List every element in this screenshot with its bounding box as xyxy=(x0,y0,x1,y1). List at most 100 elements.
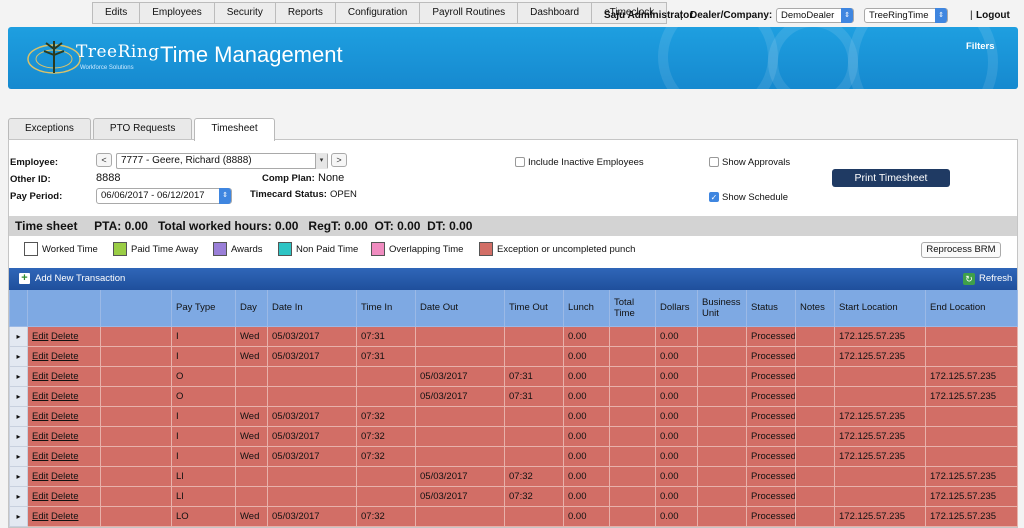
col-time-out[interactable]: Time Out xyxy=(504,290,564,327)
col-day[interactable]: Day xyxy=(235,290,268,327)
cell-total-time xyxy=(609,425,656,447)
col-date-out[interactable]: Date Out xyxy=(415,290,505,327)
cell-blank xyxy=(100,325,172,347)
edit-link[interactable]: Edit xyxy=(32,371,48,382)
cell-date-in xyxy=(267,385,357,407)
delete-link[interactable]: Delete xyxy=(51,391,78,402)
tab-exceptions[interactable]: Exceptions xyxy=(8,118,91,140)
table-row[interactable]: ▸ Edit Delete I Wed 05/03/2017 07:32 0.00 0.00 P… xyxy=(9,445,1018,467)
edit-link[interactable]: Edit xyxy=(32,331,48,342)
cell-pay-type: I xyxy=(171,325,236,347)
tab-timesheet[interactable]: Timesheet xyxy=(194,118,275,141)
other-id-value: 8888 xyxy=(96,172,121,184)
cell-end-location: 172.125.57.235 xyxy=(925,465,1018,487)
table-row[interactable]: ▸ Edit Delete I Wed 05/03/2017 07:32 0.00 0.00 P… xyxy=(9,405,1018,427)
nav-employees[interactable]: Employees xyxy=(140,3,215,23)
nav-configuration[interactable]: Configuration xyxy=(336,3,421,23)
delete-link[interactable]: Delete xyxy=(51,331,78,342)
edit-link[interactable]: Edit xyxy=(32,391,48,402)
refresh-icon[interactable]: ↻ xyxy=(963,273,975,285)
expand-row-icon[interactable]: ▸ xyxy=(9,385,28,407)
pay-period-select[interactable]: 06/06/2017 - 06/12/2017 ⇕ xyxy=(96,188,232,204)
cell-blank xyxy=(100,385,172,407)
col-start-location[interactable]: Start Location xyxy=(834,290,926,327)
filters-link[interactable]: Filters xyxy=(966,41,995,52)
col-notes[interactable]: Notes xyxy=(795,290,835,327)
expand-row-icon[interactable]: ▸ xyxy=(9,445,28,467)
nav-payroll-routines[interactable]: Payroll Routines xyxy=(420,3,519,23)
col-pay-type[interactable]: Pay Type xyxy=(171,290,236,327)
expand-row-icon[interactable]: ▸ xyxy=(9,325,28,347)
company-select[interactable]: TreeRingTime ⇕ xyxy=(864,8,948,23)
edit-link[interactable]: Edit xyxy=(32,491,48,502)
dealer-select[interactable]: DemoDealer ⇕ xyxy=(776,8,854,23)
cell-lunch: 0.00 xyxy=(563,425,610,447)
delete-link[interactable]: Delete xyxy=(51,431,78,442)
nav-reports[interactable]: Reports xyxy=(276,3,336,23)
nav-security[interactable]: Security xyxy=(215,3,276,23)
edit-link[interactable]: Edit xyxy=(32,471,48,482)
edit-link[interactable]: Edit xyxy=(32,451,48,462)
col-dollars[interactable]: Dollars xyxy=(655,290,698,327)
edit-link[interactable]: Edit xyxy=(32,411,48,422)
edit-link[interactable]: Edit xyxy=(32,351,48,362)
show-approvals-checkbox[interactable] xyxy=(709,157,719,167)
cell-status: Processed xyxy=(746,385,796,407)
table-row[interactable]: ▸ Edit Delete I Wed 05/03/2017 07:31 0.00 0.00 P… xyxy=(9,345,1018,367)
delete-link[interactable]: Delete xyxy=(51,471,78,482)
delete-link[interactable]: Delete xyxy=(51,371,78,382)
delete-link[interactable]: Delete xyxy=(51,411,78,422)
show-schedule-checkbox[interactable]: ✓ xyxy=(709,192,719,202)
reprocess-brm-button[interactable]: Reprocess BRM xyxy=(921,242,1001,258)
include-inactive-checkbox[interactable] xyxy=(515,157,525,167)
gear-decoration xyxy=(848,27,998,89)
cell-date-out xyxy=(415,325,505,347)
table-row[interactable]: ▸ Edit Delete LO Wed 05/03/2017 07:32 0.00 0.00… xyxy=(9,505,1018,527)
cell-notes xyxy=(795,385,835,407)
table-row[interactable]: ▸ Edit Delete I Wed 05/03/2017 07:31 0.00 0.00 P… xyxy=(9,325,1018,347)
cell-notes xyxy=(795,505,835,527)
table-row[interactable]: ▸ Edit Delete LI 05/03/2017 07:32 0.00 0.00 Pro… xyxy=(9,485,1018,507)
pay-period-value: 06/06/2017 - 06/12/2017 xyxy=(101,190,205,201)
delete-link[interactable]: Delete xyxy=(51,491,78,502)
delete-link[interactable]: Delete xyxy=(51,351,78,362)
cell-end-location xyxy=(925,405,1018,427)
logout-link[interactable]: Logout xyxy=(976,10,1010,21)
cell-total-time xyxy=(609,505,656,527)
col-lunch[interactable]: Lunch xyxy=(563,290,610,327)
prev-employee-button[interactable]: < xyxy=(96,153,112,167)
cell-time-out xyxy=(504,425,564,447)
legend-swatch xyxy=(278,242,292,256)
add-new-transaction-button[interactable]: Add New Transaction xyxy=(35,268,125,290)
col-business-unit[interactable]: Business Unit xyxy=(697,290,747,327)
nav-dashboard[interactable]: Dashboard xyxy=(518,3,593,23)
print-timesheet-button[interactable]: Print Timesheet xyxy=(832,169,950,187)
expand-row-icon[interactable]: ▸ xyxy=(9,465,28,487)
table-row[interactable]: ▸ Edit Delete O 05/03/2017 07:31 0.00 0.00 Proc… xyxy=(9,365,1018,387)
col-date-in[interactable]: Date In xyxy=(267,290,357,327)
col-end-location[interactable]: End Location xyxy=(925,290,1018,327)
edit-link[interactable]: Edit xyxy=(32,511,48,522)
table-row[interactable]: ▸ Edit Delete LI 05/03/2017 07:32 0.00 0.00 Pro… xyxy=(9,465,1018,487)
table-row[interactable]: ▸ Edit Delete I Wed 05/03/2017 07:32 0.00 0.00 P… xyxy=(9,425,1018,447)
expand-row-icon[interactable]: ▸ xyxy=(9,485,28,507)
col-time-in[interactable]: Time In xyxy=(356,290,416,327)
employee-select[interactable]: 7777 - Geere, Richard (8888) ▾ xyxy=(116,153,328,169)
next-employee-button[interactable]: > xyxy=(331,153,347,167)
nav-edits[interactable]: Edits xyxy=(93,3,141,23)
edit-link[interactable]: Edit xyxy=(32,431,48,442)
col-total-time[interactable]: Total Time xyxy=(609,290,656,327)
tab-pto-requests[interactable]: PTO Requests xyxy=(92,118,193,140)
delete-link[interactable]: Delete xyxy=(51,451,78,462)
refresh-button[interactable]: Refresh xyxy=(979,268,1012,290)
table-row[interactable]: ▸ Edit Delete O 05/03/2017 07:31 0.00 0.00 Proc… xyxy=(9,385,1018,407)
expand-row-icon[interactable]: ▸ xyxy=(9,505,28,527)
expand-row-icon[interactable]: ▸ xyxy=(9,405,28,427)
expand-row-icon[interactable]: ▸ xyxy=(9,425,28,447)
delete-link[interactable]: Delete xyxy=(51,511,78,522)
add-icon[interactable]: + xyxy=(19,273,30,284)
comp-plan-value: None xyxy=(318,172,345,184)
expand-row-icon[interactable]: ▸ xyxy=(9,345,28,367)
col-status[interactable]: Status xyxy=(746,290,796,327)
expand-row-icon[interactable]: ▸ xyxy=(9,365,28,387)
